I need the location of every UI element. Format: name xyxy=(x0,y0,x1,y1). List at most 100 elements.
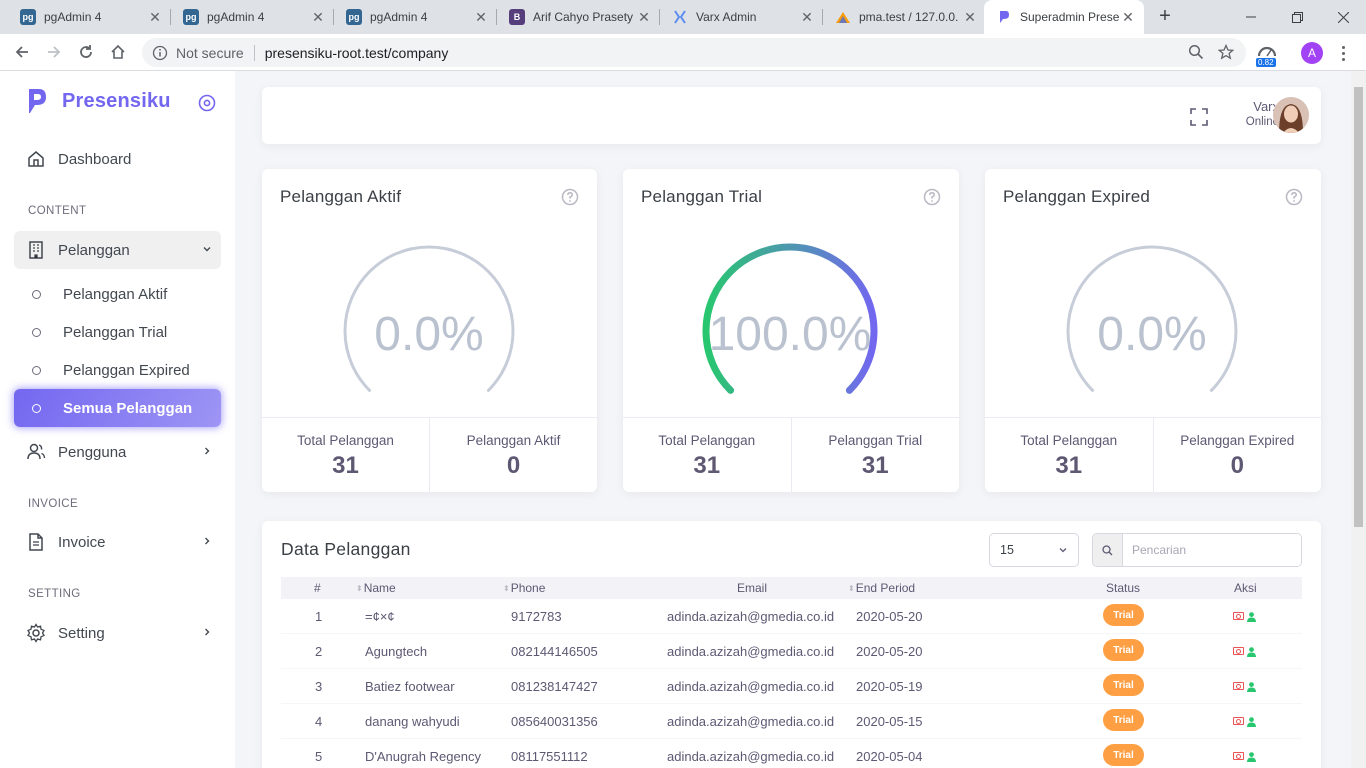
user-name[interactable]: Varx xyxy=(1224,99,1279,114)
gear-icon xyxy=(27,623,45,643)
close-icon[interactable]: ✕ xyxy=(147,9,163,25)
back-button[interactable] xyxy=(10,40,34,64)
column-header-aksi: Aksi xyxy=(1234,581,1257,595)
browser-tab[interactable]: pg pgAdmin 4 ✕ xyxy=(334,0,497,34)
money-icon[interactable] xyxy=(1233,752,1244,760)
close-icon[interactable]: ✕ xyxy=(1120,9,1136,25)
per-page-select[interactable]: 15 xyxy=(989,533,1079,567)
stat-card-expired: Pelanggan Expired 0.0% Total Pelanggan 3… xyxy=(985,169,1321,492)
sidebar-toggle-icon[interactable] xyxy=(198,94,216,112)
money-icon[interactable] xyxy=(1233,647,1244,655)
page-scrollbar[interactable] xyxy=(1351,71,1366,768)
pgadmin-icon: pg xyxy=(183,9,199,25)
sidebar: Presensiku Dashboard CONTENT Pelanggan P… xyxy=(0,71,235,768)
user-icon[interactable] xyxy=(1247,717,1256,727)
close-icon[interactable]: ✕ xyxy=(962,9,978,25)
sidebar-item-pelanggan[interactable]: Pelanggan xyxy=(14,231,221,269)
fullscreen-icon[interactable] xyxy=(1190,108,1208,126)
row-actions xyxy=(1233,752,1256,762)
user-icon[interactable] xyxy=(1247,682,1256,692)
browser-tab[interactable]: B Arif Cahyo Prasety ✕ xyxy=(497,0,660,34)
sidebar-item-semua-pelanggan[interactable]: Semua Pelanggan xyxy=(14,389,221,427)
gauge-percent-label: 100.0% xyxy=(709,308,872,361)
sort-icon: ⬍ xyxy=(848,584,855,593)
zoom-icon[interactable] xyxy=(1188,44,1204,60)
cell-no: 5 xyxy=(315,749,323,764)
address-bar[interactable]: Not secure presensiku-root.test/company xyxy=(142,38,1246,67)
sidebar-item-dashboard[interactable]: Dashboard xyxy=(14,140,221,178)
search-box xyxy=(1092,533,1302,567)
sort-icon: ⬍ xyxy=(356,584,363,593)
gauge-percent-label: 0.0% xyxy=(1097,308,1206,361)
scrollbar-thumb[interactable] xyxy=(1354,87,1363,527)
cell-name: Agungtech xyxy=(365,644,428,659)
cell-end-period: 2020-05-20 xyxy=(856,644,923,659)
sidebar-item-pelanggan-aktif[interactable]: Pelanggan Aktif xyxy=(14,275,221,313)
tab-title: Varx Admin xyxy=(696,10,757,24)
stat-category: Pelanggan Expired 0 xyxy=(1152,418,1322,492)
user-icon[interactable] xyxy=(1247,612,1256,622)
tab-title: Arif Cahyo Prasety xyxy=(533,10,634,24)
table-row: 5 D'Anugrah Regency 08117551112 adinda.a… xyxy=(281,739,1302,768)
money-icon[interactable] xyxy=(1233,612,1244,620)
close-window-button[interactable] xyxy=(1320,0,1366,34)
profile-avatar[interactable]: A xyxy=(1301,42,1323,64)
close-icon[interactable]: ✕ xyxy=(799,9,815,25)
stat-category: Pelanggan Trial 31 xyxy=(790,418,960,492)
cell-phone: 082144146505 xyxy=(511,644,598,659)
close-icon[interactable]: ✕ xyxy=(473,9,489,25)
stat-card-trial: Pelanggan Trial 100.0% Total Pelanggan 3… xyxy=(623,169,959,492)
radial-gauge: 100.0% xyxy=(702,243,878,394)
browser-tab[interactable]: pma.test / 127.0.0. ✕ xyxy=(823,0,986,34)
sidebar-item-pelanggan-trial[interactable]: Pelanggan Trial xyxy=(14,313,221,351)
user-icon[interactable] xyxy=(1247,752,1256,762)
close-icon[interactable]: ✕ xyxy=(310,9,326,25)
stat-category: Pelanggan Aktif 0 xyxy=(429,418,597,492)
varx-icon xyxy=(672,9,688,25)
brand[interactable]: Presensiku xyxy=(26,87,171,115)
column-header-phone[interactable]: ⬍Phone xyxy=(503,577,545,600)
help-circle-icon[interactable] xyxy=(1285,188,1303,206)
info-icon[interactable] xyxy=(152,45,168,61)
reload-button[interactable] xyxy=(74,40,98,64)
stat-card-title: Pelanggan Aktif xyxy=(280,187,402,206)
sidebar-item-invoice[interactable]: Invoice xyxy=(14,523,221,561)
sidebar-item-pengguna[interactable]: Pengguna xyxy=(14,433,221,471)
sidebar-item-pelanggan-expired[interactable]: Pelanggan Expired xyxy=(14,351,221,389)
stat-label: Total Pelanggan xyxy=(658,433,756,448)
browser-tab-active[interactable]: Superadmin Prese ✕ xyxy=(984,0,1144,34)
column-header-name[interactable]: ⬍Name xyxy=(356,577,396,600)
sidebar-item-setting[interactable]: Setting xyxy=(14,614,221,652)
sidebar-item-label: Pengguna xyxy=(58,443,127,461)
chevron-right-icon xyxy=(205,628,210,636)
url-text[interactable]: presensiku-root.test/company xyxy=(265,45,449,61)
help-circle-icon[interactable] xyxy=(923,188,941,206)
data-pelanggan-card: Data Pelanggan 15 # ⬍Name ⬍Phone Email ⬍… xyxy=(262,521,1321,768)
bookmark-star-icon[interactable] xyxy=(1218,44,1234,60)
browser-menu-button[interactable] xyxy=(1338,42,1348,64)
forward-button[interactable] xyxy=(42,40,66,64)
new-tab-button[interactable]: + xyxy=(1154,6,1176,28)
column-header-end-period[interactable]: ⬍End Period xyxy=(848,577,915,600)
maximize-button[interactable] xyxy=(1274,0,1320,34)
table-row: 2 Agungtech 082144146505 adinda.azizah@g… xyxy=(281,634,1302,669)
extension-icon[interactable]: 0.82 xyxy=(1256,44,1278,67)
minimize-button[interactable] xyxy=(1228,0,1274,34)
home-icon xyxy=(28,151,44,167)
browser-tab[interactable]: Varx Admin ✕ xyxy=(660,0,823,34)
browser-tab[interactable]: pg pgAdmin 4 ✕ xyxy=(171,0,334,34)
close-icon[interactable]: ✕ xyxy=(636,9,652,25)
user-icon[interactable] xyxy=(1247,647,1256,657)
stat-card-title: Pelanggan Expired xyxy=(1003,187,1151,206)
avatar[interactable] xyxy=(1273,97,1309,133)
help-circle-icon[interactable] xyxy=(561,188,579,206)
search-input[interactable] xyxy=(1123,534,1301,566)
sidebar-item-label: Semua Pelanggan xyxy=(63,399,193,417)
cell-name: =¢×¢ xyxy=(365,609,395,624)
money-icon[interactable] xyxy=(1233,717,1244,725)
browser-tab[interactable]: pg pgAdmin 4 ✕ xyxy=(8,0,171,34)
search-icon xyxy=(1093,534,1123,566)
money-icon[interactable] xyxy=(1233,682,1244,690)
home-button[interactable] xyxy=(106,40,130,64)
row-actions xyxy=(1233,647,1256,657)
